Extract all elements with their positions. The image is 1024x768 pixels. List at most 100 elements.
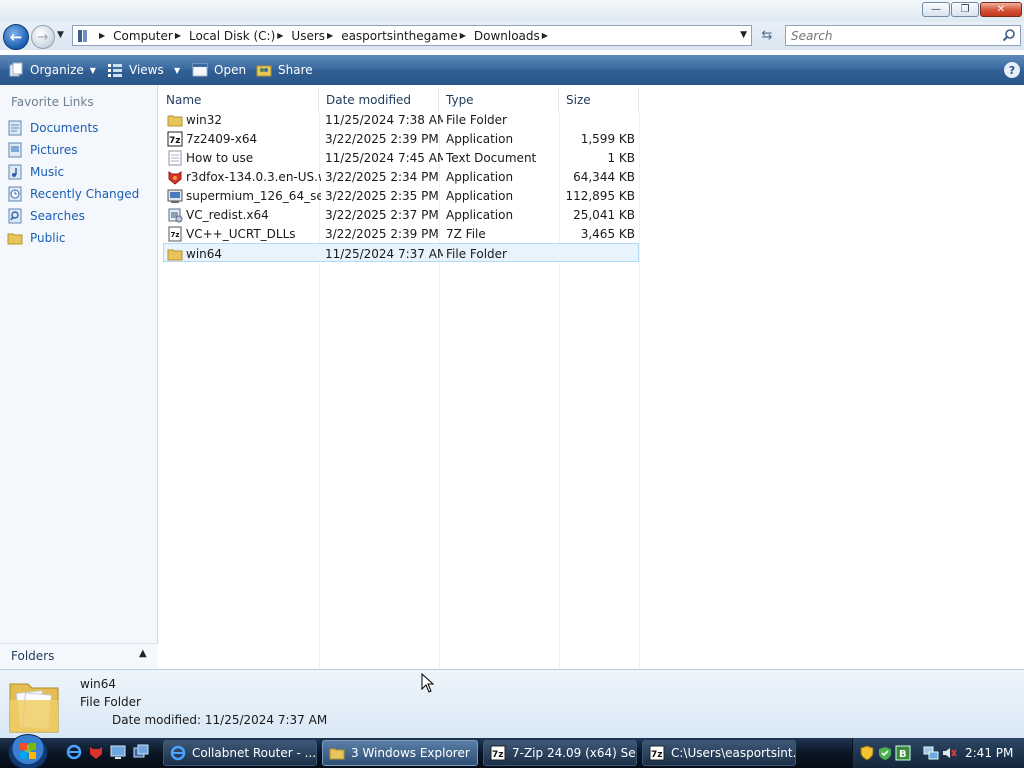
sidebar-item-recently-changed[interactable]: Recently Changed <box>7 185 139 203</box>
file-row[interactable]: 7z VC++_UCRT_DLLs 3/22/2025 2:39 PM 7Z Fi… <box>163 224 639 243</box>
file-row[interactable]: win32 11/25/2024 7:38 AM File Folder <box>163 110 639 129</box>
sidebar-item-public[interactable]: Public <box>7 229 66 247</box>
taskbar-item-collabnet-router[interactable]: Collabnet Router - ... <box>163 740 317 766</box>
tray-app-icon[interactable]: B <box>895 745 911 761</box>
windows-update-icon[interactable] <box>877 745 893 761</box>
file-row[interactable]: VC_redist.x64 3/22/2025 2:37 PM Applicat… <box>163 205 639 224</box>
back-button[interactable]: ← <box>3 24 29 50</box>
sidebar-item-searches[interactable]: Searches <box>7 207 85 225</box>
breadcrumb-arrow-icon[interactable]: ▶ <box>277 31 283 40</box>
details-name: win64 <box>80 677 117 691</box>
volume-muted-icon[interactable] <box>941 745 957 761</box>
window-controls: — ❐ ✕ <box>922 2 1022 17</box>
breadcrumb-local-disk[interactable]: Local Disk (C:) ▶ <box>189 29 291 43</box>
file-list[interactable]: Name Date modified Type Size win32 11/25… <box>159 85 1024 669</box>
recent-pages-dropdown[interactable]: ▼ <box>57 30 64 40</box>
search-icon[interactable] <box>1002 28 1016 45</box>
share-icon <box>256 62 272 78</box>
svg-text:7z: 7z <box>171 231 180 239</box>
sidebar-item-pictures[interactable]: Pictures <box>7 141 78 159</box>
file-date: 11/25/2024 7:45 AM <box>325 150 443 165</box>
organize-button[interactable]: Organize ▼ <box>8 55 96 85</box>
7z-archive-icon: 7z <box>167 226 183 242</box>
breadcrumb-arrow-icon[interactable]: ▶ <box>327 31 333 40</box>
forward-button[interactable]: → <box>31 25 55 49</box>
column-header-size[interactable]: Size <box>559 88 639 112</box>
breadcrumb-arrow-icon[interactable]: ▶ <box>175 31 181 40</box>
file-date: 3/22/2025 2:39 PM <box>325 131 439 146</box>
file-type: 7Z File <box>446 226 486 241</box>
explorer-folder-icon <box>329 745 345 761</box>
minimize-button[interactable]: — <box>922 2 950 17</box>
column-header-name[interactable]: Name <box>159 88 319 112</box>
favorite-links-title: Favorite Links <box>11 95 94 109</box>
file-date: 11/25/2024 7:37 AM <box>325 246 443 261</box>
address-bar[interactable]: ▶ Computer ▶ Local Disk (C:) ▶ Users ▶ easp… <box>72 25 752 46</box>
column-header-date[interactable]: Date modified <box>319 88 439 112</box>
close-button[interactable]: ✕ <box>980 2 1022 17</box>
network-icon[interactable] <box>923 745 939 761</box>
quicklaunch-show-desktop-icon[interactable] <box>110 744 126 760</box>
views-dropdown[interactable]: ▼ <box>168 55 180 85</box>
chevron-down-icon: ▼ <box>174 65 181 75</box>
ie-icon <box>170 745 186 761</box>
taskbar-item-7zip-window[interactable]: 7z C:\Users\easportsint... <box>642 740 796 766</box>
sidebar-item-music[interactable]: Music <box>7 163 64 181</box>
mouse-pointer-icon <box>421 672 435 696</box>
file-date: 11/25/2024 7:38 AM <box>325 112 443 127</box>
file-row[interactable]: supermium_126_64_set... 3/22/2025 2:35 P… <box>163 186 639 205</box>
file-type: Application <box>446 188 514 203</box>
arrow-left-icon: ← <box>9 28 23 46</box>
breadcrumb-arrow-icon[interactable]: ▶ <box>542 31 548 40</box>
maximize-button[interactable]: ❐ <box>951 2 979 17</box>
details-date-modified: Date modified: 11/25/2024 7:37 AM <box>112 713 328 727</box>
file-type: Application <box>446 169 514 184</box>
file-row-selected[interactable]: win64 11/25/2024 7:37 AM File Folder <box>163 243 639 262</box>
sidebar-item-documents[interactable]: Documents <box>7 119 98 137</box>
breadcrumb-downloads[interactable]: Downloads ▶ <box>474 29 556 43</box>
taskbar-item-7zip-setup[interactable]: 7z 7-Zip 24.09 (x64) Set... <box>483 740 637 766</box>
address-history-dropdown[interactable]: ▼ <box>740 30 747 40</box>
start-button[interactable] <box>8 734 48 768</box>
column-divider <box>639 112 640 669</box>
file-name: r3dfox-134.0.3.en-US.w... <box>186 169 321 184</box>
folder-icon <box>7 230 23 246</box>
file-size: 1 KB <box>607 150 635 165</box>
breadcrumb-users[interactable]: Users ▶ <box>291 29 341 43</box>
folders-toggle[interactable]: Folders ▲ <box>0 643 158 669</box>
share-button[interactable]: Share <box>256 55 313 85</box>
file-size <box>563 110 635 129</box>
breadcrumb-user-profile[interactable]: easportsinthegame ▶ <box>341 29 474 43</box>
column-header-type[interactable]: Type <box>439 88 559 112</box>
search-input[interactable] <box>786 26 986 45</box>
security-shield-icon[interactable] <box>859 745 875 761</box>
chevron-down-icon: ▼ <box>89 65 96 75</box>
svg-text:7z: 7z <box>651 750 663 760</box>
file-type: Application <box>446 207 514 222</box>
file-name: How to use <box>186 150 254 165</box>
recently-changed-icon <box>7 186 23 202</box>
file-row[interactable]: 7z 7z2409-x64 3/22/2025 2:39 PM Applicati… <box>163 129 639 148</box>
command-bar: Organize ▼ Views ▼ Open Share ? <box>0 55 1024 85</box>
views-button[interactable]: Views <box>107 55 164 85</box>
refresh-button[interactable]: ⇆ <box>756 25 778 46</box>
breadcrumb-arrow-icon[interactable]: ▶ <box>460 31 466 40</box>
quicklaunch-ie-icon[interactable] <box>66 744 82 760</box>
help-button[interactable]: ? <box>1004 62 1020 78</box>
file-date: 3/22/2025 2:35 PM <box>325 188 439 203</box>
file-size: 112,895 KB <box>565 188 635 203</box>
quicklaunch-switch-windows-icon[interactable] <box>133 744 149 760</box>
quicklaunch-r3dfox-icon[interactable] <box>88 744 104 760</box>
taskbar-item-windows-explorer[interactable]: 3 Windows Explorer <box>322 740 478 766</box>
file-date: 3/22/2025 2:39 PM <box>325 226 439 241</box>
title-bar: — ❐ ✕ <box>0 0 1024 22</box>
installer-icon <box>167 188 183 204</box>
file-row[interactable]: r3dfox-134.0.3.en-US.w... 3/22/2025 2:34… <box>163 167 639 186</box>
search-box[interactable] <box>785 25 1021 46</box>
clock[interactable]: 2:41 PM <box>965 746 1013 760</box>
breadcrumb-separator[interactable]: ▶ <box>97 31 113 40</box>
file-size: 1,599 KB <box>580 131 635 146</box>
breadcrumb-computer[interactable]: Computer ▶ <box>113 29 189 43</box>
file-row[interactable]: How to use 11/25/2024 7:45 AM Text Docum… <box>163 148 639 167</box>
open-button[interactable]: Open <box>192 55 246 85</box>
